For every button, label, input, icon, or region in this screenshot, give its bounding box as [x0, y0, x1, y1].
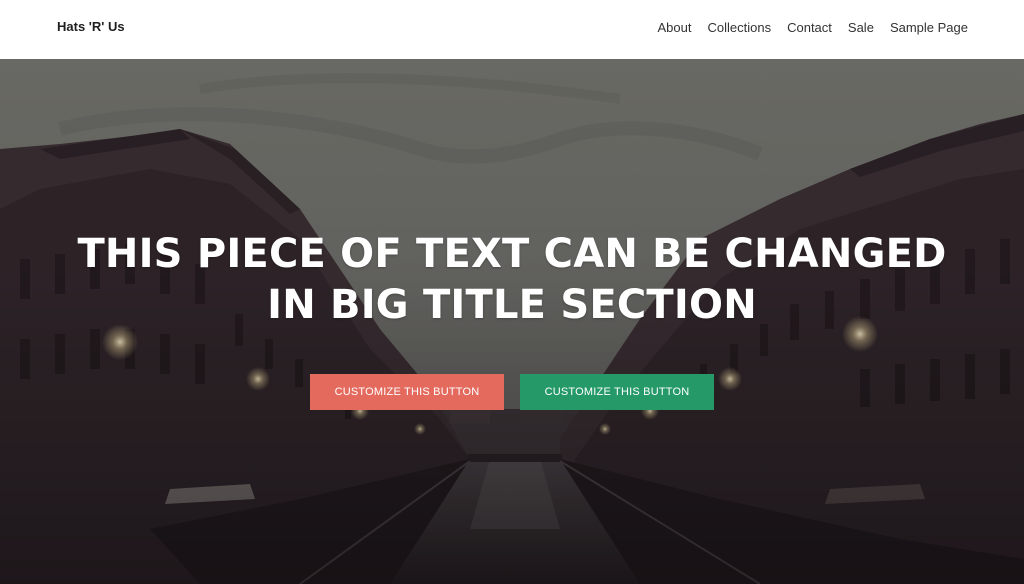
hero-title-line-2: IN BIG TITLE SECTION: [267, 282, 757, 328]
hero-buttons: CUSTOMIZE THIS BUTTON CUSTOMIZE THIS BUT…: [0, 374, 1024, 410]
hero-section: THIS PIECE OF TEXT CAN BE CHANGED IN BIG…: [0, 59, 1024, 584]
nav-item-sale[interactable]: Sale: [848, 20, 874, 35]
nav-item-sample-page[interactable]: Sample Page: [890, 20, 968, 35]
main-nav: About Collections Contact Sale Sample Pa…: [658, 20, 968, 35]
nav-item-contact[interactable]: Contact: [787, 20, 832, 35]
nav-item-about[interactable]: About: [658, 20, 692, 35]
customize-button-primary[interactable]: CUSTOMIZE THIS BUTTON: [310, 374, 504, 410]
page: Hats 'R' Us About Collections Contact Sa…: [0, 0, 1024, 584]
hero-title-line-1: THIS PIECE OF TEXT CAN BE CHANGED: [77, 231, 947, 277]
hero-title: THIS PIECE OF TEXT CAN BE CHANGED IN BIG…: [62, 229, 962, 331]
nav-item-collections[interactable]: Collections: [708, 20, 772, 35]
customize-button-secondary[interactable]: CUSTOMIZE THIS BUTTON: [520, 374, 714, 410]
site-header: Hats 'R' Us About Collections Contact Sa…: [0, 0, 1024, 59]
site-title-link[interactable]: Hats 'R' Us: [57, 19, 125, 34]
